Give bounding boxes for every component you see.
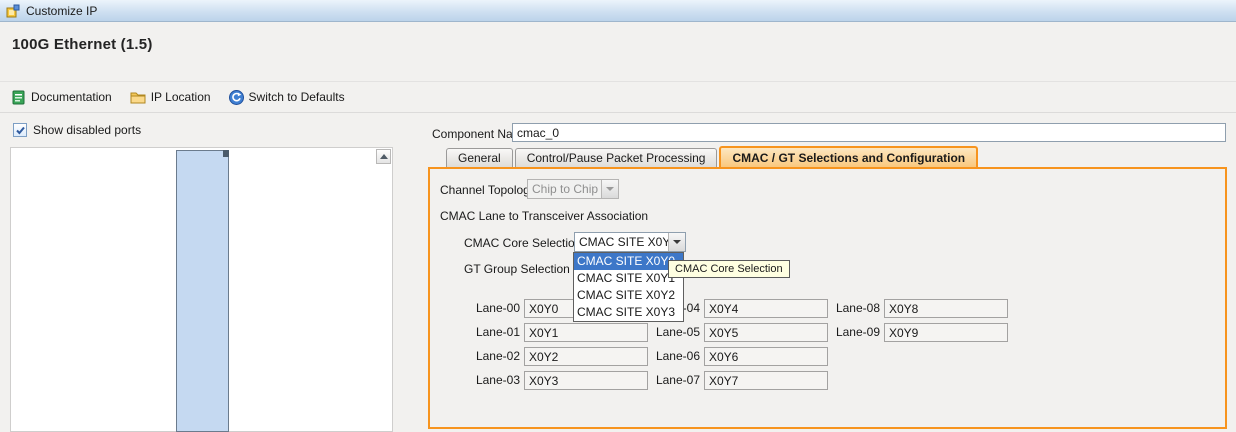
show-disabled-ports-checkbox[interactable] (13, 123, 27, 137)
tab-cmac-gt-selections[interactable]: CMAC / GT Selections and Configuration (719, 146, 978, 167)
ip-symbol-canvas (10, 147, 393, 432)
scroll-up-button[interactable] (376, 149, 391, 164)
cmac-core-selection-label: CMAC Core Selection (464, 236, 581, 250)
switch-to-defaults-label: Switch to Defaults (249, 90, 345, 104)
window-titlebar: Customize IP (0, 0, 1236, 22)
documentation-button[interactable]: Documentation (8, 88, 115, 107)
dropdown-option-x0y3[interactable]: CMAC SITE X0Y3 (574, 304, 683, 321)
documentation-label: Documentation (31, 90, 112, 104)
dropdown-option-x0y1[interactable]: CMAC SITE X0Y1 (574, 270, 683, 287)
documentation-icon (11, 90, 26, 105)
lane-00-label: Lane-00 (450, 299, 520, 318)
ip-location-label: IP Location (151, 90, 211, 104)
customize-ip-icon (6, 4, 20, 18)
window-title: Customize IP (26, 4, 97, 18)
ip-symbol (176, 150, 229, 432)
tab-general[interactable]: General (446, 148, 513, 167)
switch-to-defaults-button[interactable]: Switch to Defaults (226, 88, 348, 107)
channel-topology-select[interactable]: Chip to Chip (527, 179, 619, 199)
cmac-core-selection-value: CMAC SITE X0Y0 (575, 233, 668, 251)
lane-05-label: Lane-05 (652, 323, 700, 342)
cmac-core-selection-select[interactable]: CMAC SITE X0Y0 (574, 232, 686, 252)
lane-06-label: Lane-06 (652, 347, 700, 366)
channel-topology-dropdown-button (601, 180, 618, 198)
cmac-lane-association-section-label: CMAC Lane to Transceiver Association (440, 209, 648, 223)
show-disabled-ports-label: Show disabled ports (33, 123, 141, 137)
lane-02-label: Lane-02 (450, 347, 520, 366)
lane-05-field[interactable] (704, 323, 828, 342)
toolbar: Documentation IP Location Switch to Defa… (0, 81, 1236, 113)
lane-02-field[interactable] (524, 347, 648, 366)
dropdown-option-x0y0[interactable]: CMAC SITE X0Y0 (574, 253, 683, 270)
arrow-up-icon (380, 154, 388, 159)
lane-08-field[interactable] (884, 299, 1008, 318)
lane-03-label: Lane-03 (450, 371, 520, 390)
lane-04-field[interactable] (704, 299, 828, 318)
lane-08-label: Lane-08 (832, 299, 880, 318)
lane-01-label: Lane-01 (450, 323, 520, 342)
tooltip: CMAC Core Selection (668, 260, 790, 278)
ip-location-button[interactable]: IP Location (127, 88, 214, 106)
lane-grid: Lane-00 Lane-04 Lane-08 Lane-01 Lane-05 … (450, 299, 1008, 390)
folder-icon (130, 90, 146, 104)
lane-07-label: Lane-07 (652, 371, 700, 390)
gt-group-selection-label: GT Group Selection (464, 262, 570, 276)
show-disabled-ports-row: Show disabled ports (13, 123, 141, 137)
dropdown-option-x0y2[interactable]: CMAC SITE X0Y2 (574, 287, 683, 304)
lane-06-field[interactable] (704, 347, 828, 366)
chevron-down-icon (673, 240, 681, 244)
channel-topology-label: Channel Topology (440, 183, 536, 197)
cmac-core-selection-dropdown-button[interactable] (668, 233, 685, 251)
lane-09-field[interactable] (884, 323, 1008, 342)
page-title: 100G Ethernet (1.5) (12, 36, 153, 53)
lane-01-field[interactable] (524, 323, 648, 342)
lane-03-field[interactable] (524, 371, 648, 390)
lane-07-field[interactable] (704, 371, 828, 390)
lane-09-label: Lane-09 (832, 323, 880, 342)
channel-topology-value: Chip to Chip (528, 180, 601, 198)
tab-control-pause-packet-processing[interactable]: Control/Pause Packet Processing (515, 148, 718, 167)
component-name-input[interactable] (512, 123, 1226, 142)
refresh-icon (229, 90, 244, 105)
tab-bar: General Control/Pause Packet Processing … (446, 146, 978, 167)
chevron-down-icon (606, 187, 614, 191)
ip-symbol-notch (223, 150, 229, 157)
